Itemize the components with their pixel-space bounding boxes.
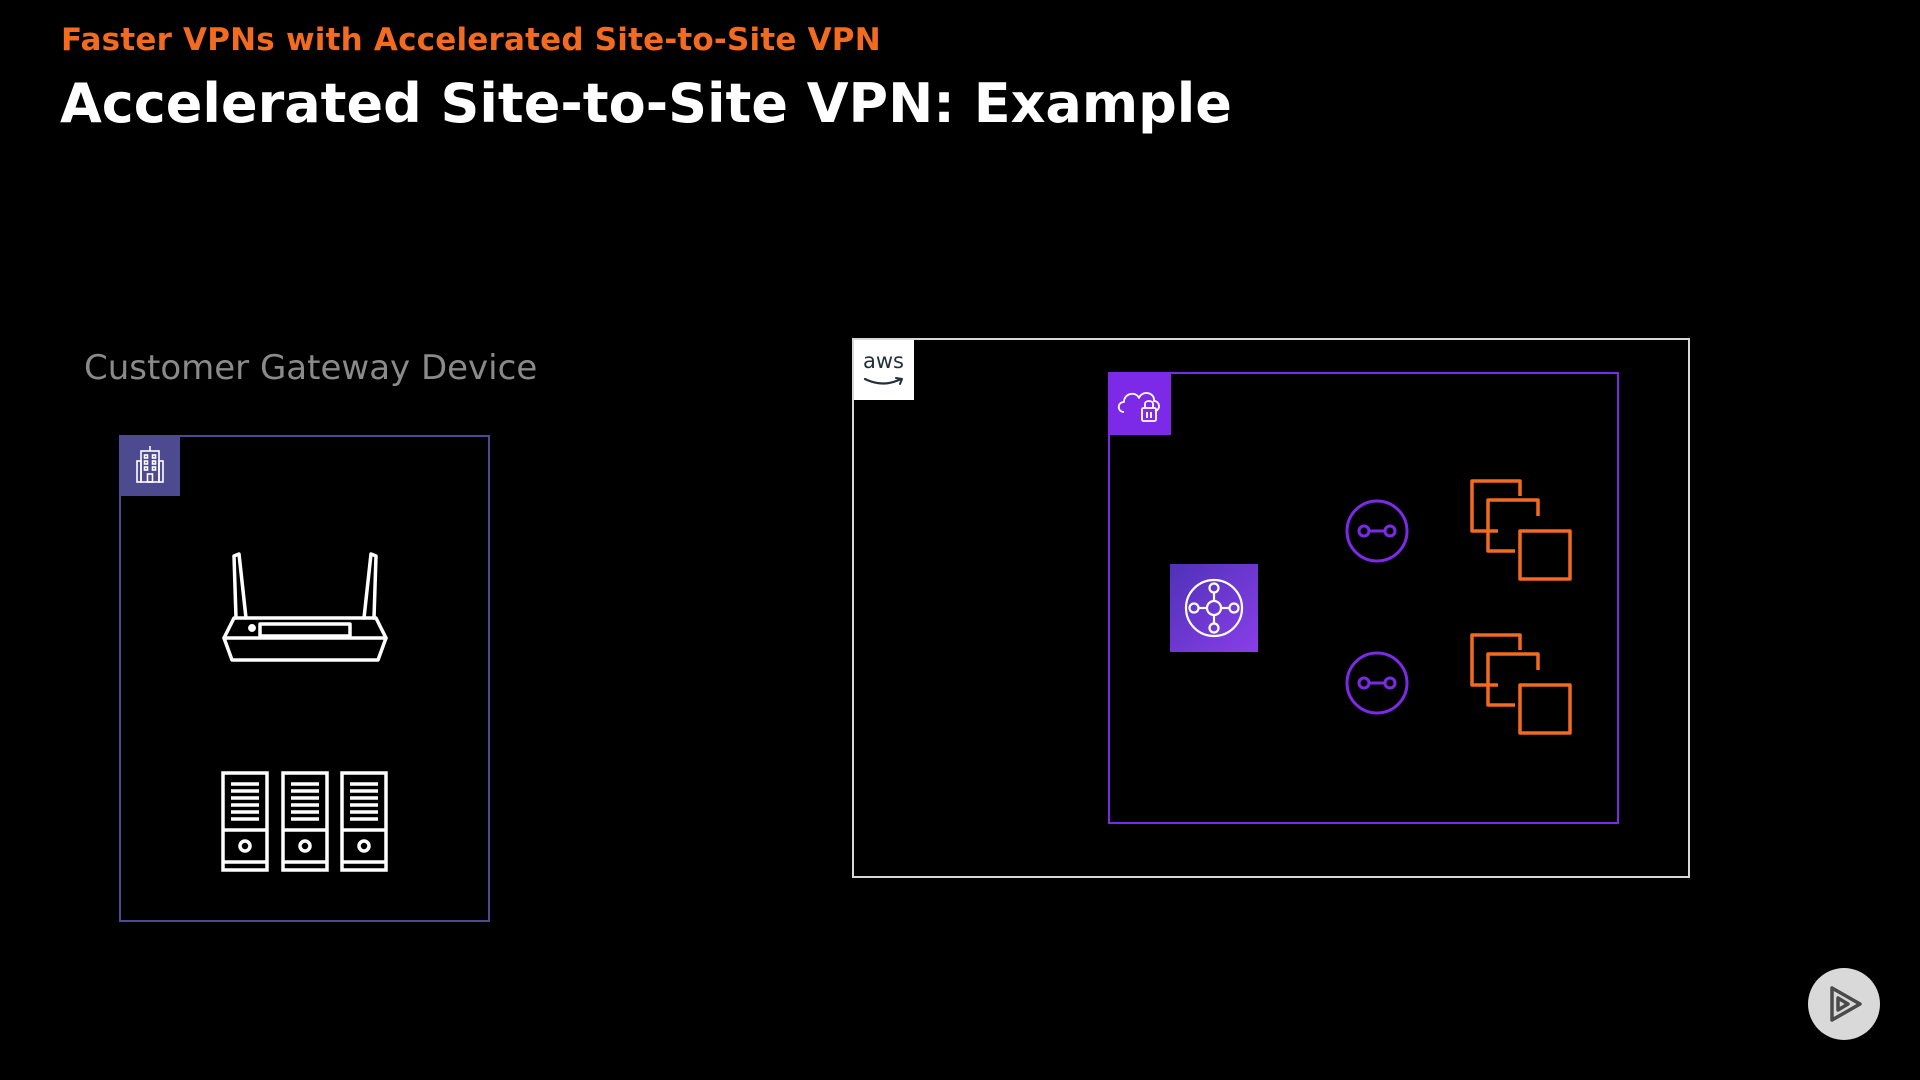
- aws-logo: aws: [854, 340, 914, 400]
- slide-subtitle: Faster VPNs with Accelerated Site-to-Sit…: [61, 22, 881, 58]
- vpc-attachment-icon: [1345, 499, 1409, 563]
- vpc-cloud-lock-icon: [1110, 374, 1171, 435]
- customer-gateway-label: Customer Gateway Device: [84, 348, 538, 388]
- play-icon: [1830, 986, 1862, 1022]
- transit-gateway-icon: [1170, 564, 1258, 652]
- play-button[interactable]: [1808, 968, 1880, 1040]
- server-rack-icon: [221, 771, 388, 872]
- router-icon: [222, 552, 388, 662]
- corporate-building-icon: [121, 437, 180, 496]
- aws-logo-text: aws: [863, 349, 904, 373]
- ec2-instances-icon: [1470, 633, 1572, 735]
- vpc-attachment-icon: [1345, 651, 1409, 715]
- ec2-instances-icon: [1470, 479, 1572, 581]
- slide-title: Accelerated Site-to-Site VPN: Example: [60, 72, 1232, 135]
